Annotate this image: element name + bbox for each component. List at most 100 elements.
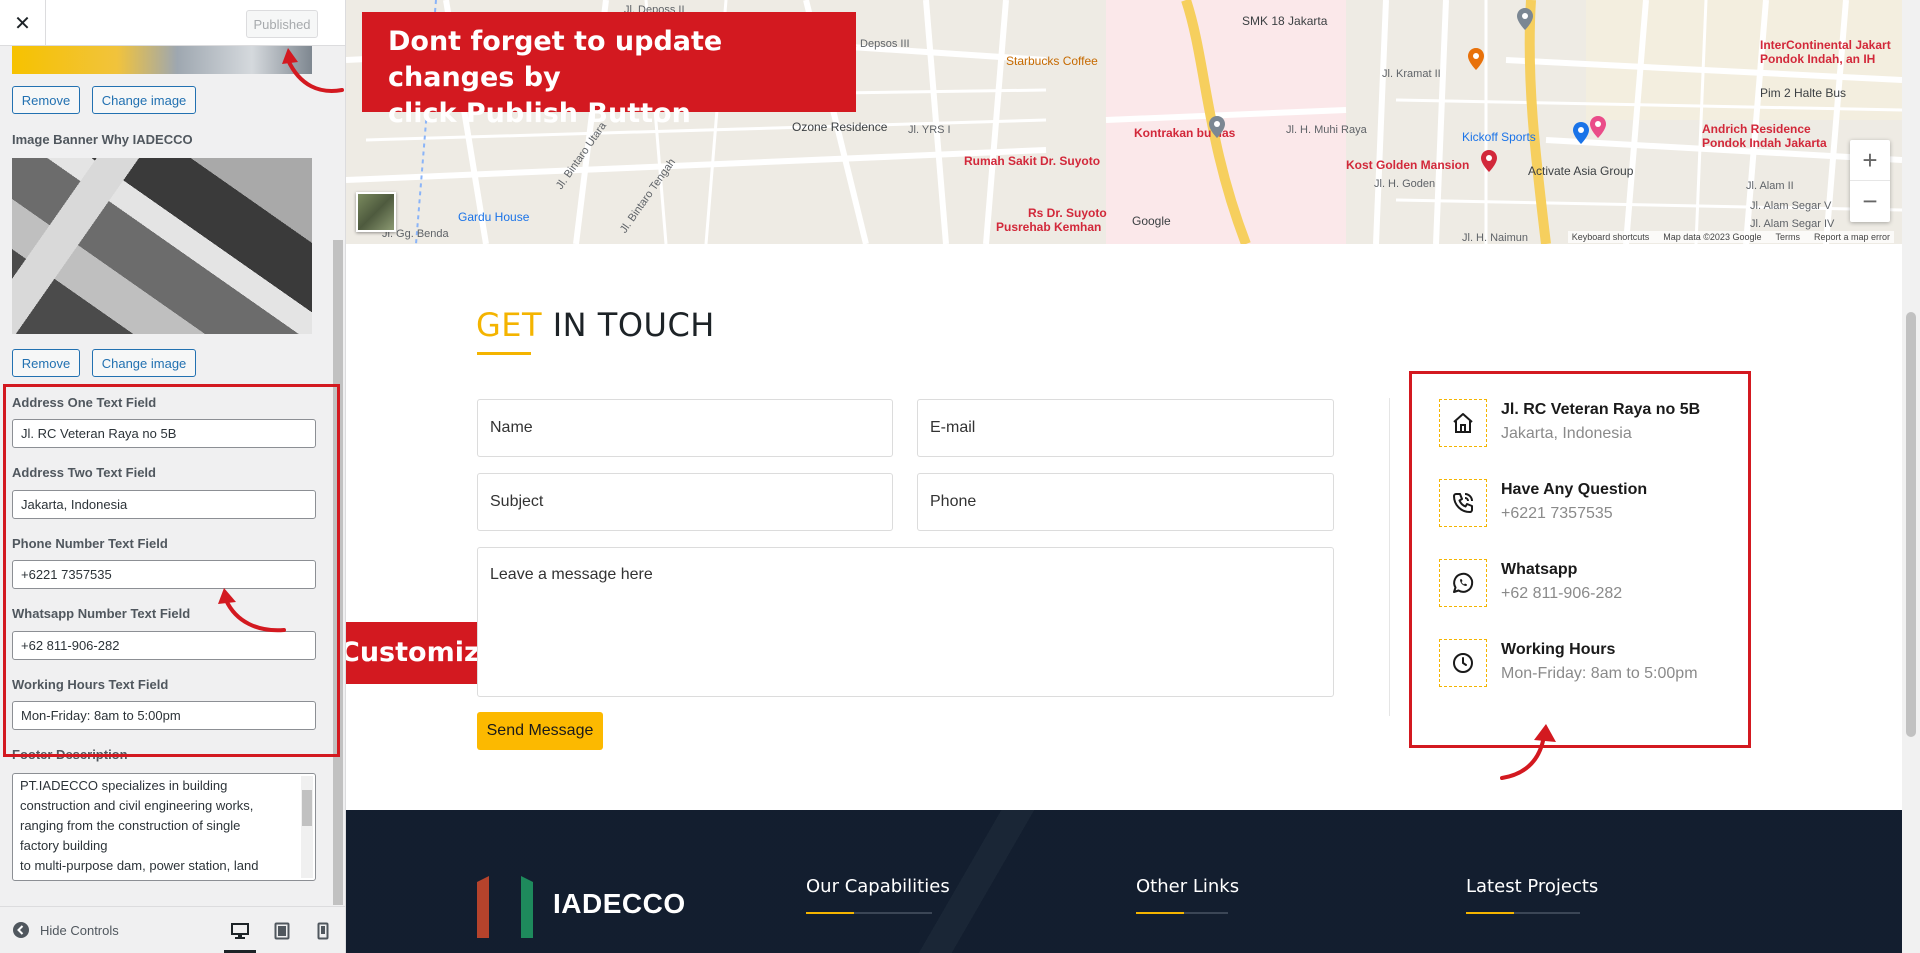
hide-controls-label: Hide Controls — [40, 922, 119, 938]
map-label: Jl. Alam Segar V — [1750, 200, 1832, 212]
map-label: Jl. H. Goden — [1374, 178, 1436, 190]
map-label: Jl. Alam Segar IV — [1750, 218, 1835, 230]
remove-image-button[interactable]: Remove — [12, 86, 80, 114]
map-label: InterContinental Jakart — [1760, 38, 1891, 52]
footer-heading-other-links: Other Links — [1136, 876, 1240, 897]
textarea-line: factory building — [20, 838, 108, 853]
publish-tip-callout: Dont forget to update changes by click P… — [362, 12, 856, 129]
subject-input[interactable]: Subject — [477, 473, 893, 531]
map-label: Jl. YRS I — [908, 124, 951, 136]
map-label: Jl. Alam II — [1746, 180, 1794, 192]
info-title: Working Hours — [1501, 641, 1616, 658]
customizer-sidebar: ✕ Published Remove Change image Image Ba… — [0, 0, 346, 953]
zoom-in-button[interactable]: + — [1850, 140, 1890, 181]
change-image-button[interactable]: Change image — [92, 86, 196, 114]
close-customizer-button[interactable]: ✕ — [0, 0, 46, 46]
publish-button[interactable]: Published — [246, 10, 318, 38]
map-pin-icon — [1209, 116, 1225, 138]
tablet-preview-button[interactable] — [270, 919, 294, 943]
annotation-arrow-icon — [1500, 724, 1556, 780]
map-label: Pondok Indah, an IH — [1760, 52, 1876, 66]
info-item-address: Jl. RC Veteran Raya no 5B Jakarta, Indon… — [1439, 399, 1719, 451]
footer-description-textarea[interactable]: PT.IADECCO specializes in building const… — [12, 773, 316, 881]
map-label: Pusrehab Kemhan — [996, 220, 1102, 234]
info-title: Jl. RC Veteran Raya no 5B — [1501, 401, 1701, 418]
textarea-scroll-thumb[interactable] — [302, 790, 312, 826]
contact-section-title: GET IN TOUCH — [476, 306, 715, 344]
map-label: Jl. H. Muhi Raya — [1286, 124, 1367, 136]
desktop-icon — [231, 923, 249, 939]
annotation-arrow-icon — [282, 48, 344, 93]
tablet-icon — [274, 922, 290, 940]
title-highlight: GET — [476, 306, 543, 344]
address-one-field[interactable]: Jl. RC Veteran Raya no 5B — [12, 419, 316, 448]
change-banner-button[interactable]: Change image — [92, 349, 196, 377]
whatsapp-icon — [1439, 559, 1487, 607]
keyboard-shortcuts-link[interactable]: Keyboard shortcuts — [1572, 232, 1650, 242]
callout-line: Dont forget to update changes by — [388, 26, 723, 93]
close-icon: ✕ — [14, 12, 31, 35]
report-error-link[interactable]: Report a map error — [1814, 232, 1890, 242]
phone-number-field[interactable]: +6221 7357535 — [12, 560, 316, 589]
textarea-line: PT.IADECCO specializes in building — [20, 778, 228, 793]
map-label: Jl. Kramat II — [1382, 68, 1441, 80]
footer-description-label: Footer Description — [12, 747, 128, 762]
working-hours-label: Working Hours Text Field — [12, 677, 169, 692]
preview-scrollbar[interactable] — [1902, 0, 1920, 953]
terms-link[interactable]: Terms — [1775, 232, 1800, 242]
map-satellite-toggle[interactable] — [356, 192, 396, 232]
info-title: Have Any Question — [1501, 481, 1648, 498]
clock-icon — [1439, 639, 1487, 687]
phone-number-label: Phone Number Text Field — [12, 536, 168, 551]
mobile-preview-button[interactable] — [311, 919, 335, 943]
footer-heading-latest-projects: Latest Projects — [1466, 876, 1599, 897]
info-subtitle[interactable]: +62 811-906-282 — [1501, 585, 1622, 603]
info-item-whatsapp: Whatsapp +62 811-906-282 — [1439, 559, 1719, 611]
customizer-scroll-thumb[interactable] — [333, 240, 343, 905]
map-label: Rs Dr. Suyoto — [1028, 206, 1107, 220]
address-two-label: Address Two Text Field — [12, 465, 156, 480]
phone-icon — [1439, 479, 1487, 527]
message-textarea[interactable]: Leave a message here — [477, 547, 1334, 697]
google-logo: Google — [1132, 214, 1171, 228]
callout-line: click Publish Button — [388, 98, 691, 129]
info-item-phone: Have Any Question +6221 7357535 — [1439, 479, 1719, 531]
iadecco-logo-icon — [477, 876, 533, 938]
address-two-field[interactable]: Jakarta, Indonesia — [12, 490, 316, 519]
phone-input[interactable]: Phone — [917, 473, 1334, 531]
map-label: Kickoff Sports — [1462, 130, 1536, 144]
info-item-hours: Working Hours Mon-Friday: 8am to 5:00pm — [1439, 639, 1719, 691]
map-label: Activate Asia Group — [1528, 164, 1634, 178]
name-input[interactable]: Name — [477, 399, 893, 457]
heading-underline — [1136, 912, 1228, 914]
map-label: Pondok Indah Jakarta — [1702, 136, 1827, 150]
map-label: Jl. H. Naimun — [1462, 232, 1529, 244]
site-preview[interactable]: Jl. Deposs II SMK 18 Jakarta InterContin… — [346, 0, 1920, 953]
map-pin-icon — [1573, 122, 1589, 144]
map-pin-icon — [1590, 116, 1606, 138]
customizer-panel[interactable]: Remove Change image Image Banner Why IAD… — [0, 46, 345, 906]
info-subtitle: Jakarta, Indonesia — [1501, 425, 1632, 442]
site-footer: IADECCO Our Capabilities Other Links Lat… — [346, 810, 1902, 953]
zoom-out-button[interactable]: − — [1850, 181, 1890, 222]
vertical-divider — [1389, 398, 1390, 716]
info-subtitle[interactable]: +6221 7357535 — [1501, 505, 1613, 523]
map-label: Kost Golden Mansion — [1346, 158, 1470, 172]
map-label: SMK 18 Jakarta — [1242, 14, 1328, 28]
image-banner-preview — [12, 158, 312, 334]
hide-controls-button[interactable]: Hide Controls — [12, 921, 119, 939]
heading-underline — [806, 912, 932, 914]
whatsapp-number-label: Whatsapp Number Text Field — [12, 606, 191, 621]
send-message-button[interactable]: Send Message — [477, 712, 603, 750]
map-label: Andrich Residence — [1702, 122, 1811, 136]
heading-underline — [1466, 912, 1580, 914]
textarea-line: ranging from the construction of single — [20, 818, 241, 833]
info-subtitle: Mon-Friday: 8am to 5:00pm — [1501, 665, 1698, 682]
email-input[interactable]: E-mail — [917, 399, 1334, 457]
map-data-text: Map data ©2023 Google — [1663, 232, 1762, 242]
preview-scroll-thumb[interactable] — [1906, 312, 1916, 737]
image-banner-label: Image Banner Why IADECCO — [12, 132, 193, 147]
working-hours-field[interactable]: Mon-Friday: 8am to 5:00pm — [12, 701, 316, 730]
remove-banner-button[interactable]: Remove — [12, 349, 80, 377]
desktop-preview-button[interactable] — [224, 919, 256, 953]
